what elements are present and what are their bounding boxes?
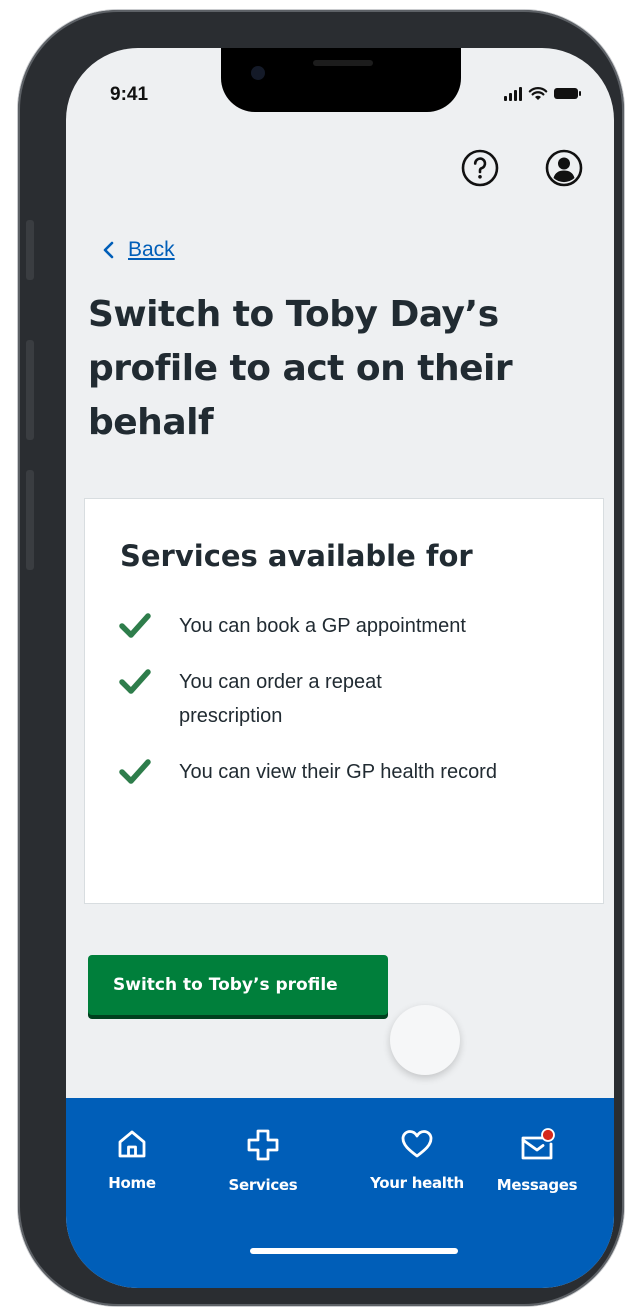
service-text: You can book a GP appointment (179, 615, 466, 637)
tab-services[interactable]: Services (203, 1128, 323, 1194)
back-link-label: Back (128, 238, 175, 261)
signal-icon (504, 86, 522, 101)
volume-down-button (26, 470, 34, 570)
switch-profile-button[interactable]: Switch to Toby’s profile (88, 955, 388, 1015)
tab-label: Home (108, 1174, 156, 1192)
services-card: Services available for You can book a GP… (84, 498, 604, 904)
service-text: You can view their GP health record (179, 761, 497, 783)
list-item: You can book a GP appointment (119, 609, 589, 643)
page-title: Switch to Toby Day’s profile to act on t… (88, 294, 513, 443)
tab-label: Services (228, 1176, 298, 1194)
service-text: You can order a repeat prescription (179, 671, 382, 727)
tab-messages[interactable]: Messages (477, 1128, 597, 1194)
services-card-title: Services available for (120, 539, 473, 573)
tab-label: Messages (496, 1176, 578, 1194)
notification-dot (541, 1128, 555, 1142)
status-icons (504, 86, 581, 101)
wifi-icon (528, 87, 548, 100)
front-camera (251, 66, 265, 80)
phone-screen: 9:41 Back Switch to Toby Day’s profile t… (66, 48, 614, 1288)
check-icon (119, 669, 151, 694)
notch (221, 48, 461, 112)
earpiece-speaker (313, 60, 373, 66)
phone-frame: 9:41 Back Switch to Toby Day’s profile t… (18, 10, 624, 1306)
home-indicator[interactable] (250, 1248, 458, 1254)
tab-home[interactable]: Home (72, 1128, 192, 1192)
list-item: You can view their GP health record (119, 755, 589, 789)
user-circle-icon[interactable] (544, 148, 584, 188)
services-list: You can book a GP appointment You can or… (119, 609, 589, 811)
heart-icon (401, 1130, 433, 1158)
home-icon (118, 1130, 146, 1158)
bottom-tab-bar: Home Services Your health Messages (66, 1098, 614, 1288)
question-circle-icon[interactable] (460, 148, 500, 188)
back-link[interactable]: Back (102, 238, 175, 262)
check-icon (119, 759, 151, 784)
tab-your-health[interactable]: Your health (357, 1128, 477, 1192)
plus-cross-icon (247, 1129, 279, 1161)
mute-switch (26, 220, 34, 280)
list-item: You can order a repeat prescription (119, 665, 589, 733)
battery-icon (554, 88, 581, 99)
tab-label: Your health (370, 1174, 464, 1192)
chevron-left-icon (103, 241, 114, 259)
status-time: 9:41 (110, 84, 149, 105)
check-icon (119, 613, 151, 638)
touch-indicator (390, 1005, 460, 1075)
envelope-icon (521, 1128, 555, 1160)
volume-up-button (26, 340, 34, 440)
